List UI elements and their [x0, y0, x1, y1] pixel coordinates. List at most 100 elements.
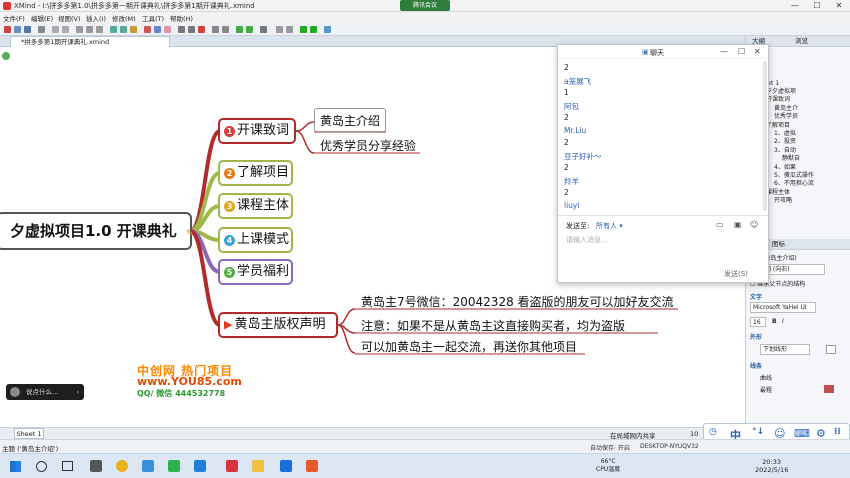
subtopic-share[interactable]: 优秀学员分享经验 [320, 137, 416, 154]
close-window-button[interactable]: ✕ [828, 0, 850, 12]
topic-label: 学员福利 [237, 264, 290, 279]
connector-sub-wechat [337, 308, 356, 326]
chat-sender: 阿包 [564, 101, 579, 111]
topic-label: 课程主体 [237, 198, 290, 213]
chat-close-button[interactable]: ✕ [754, 47, 761, 56]
topic-mode[interactable]: 4 上课模式 [218, 227, 293, 253]
shape-section-header[interactable]: 外形 [750, 332, 762, 341]
avatar-icon [10, 387, 20, 397]
temperature-value: 66°C [600, 458, 616, 465]
folder-taskbar-icon[interactable] [252, 460, 264, 472]
watermark-line2: www.YOU85.com [137, 375, 242, 388]
chat-message: 1 [564, 88, 569, 97]
search-icon[interactable] [36, 461, 47, 472]
topic-copyright[interactable]: ▶ 黄岛主版权声明 [218, 312, 338, 338]
italic-icon[interactable]: I [782, 318, 784, 325]
ime-logo-icon[interactable]: ◷ [709, 427, 717, 437]
ime-tools-icon[interactable]: ⁝⁝ [834, 427, 841, 437]
send-to-select[interactable]: 所有人 ▾ [596, 221, 623, 231]
chat-sender: Mr.Liu [564, 125, 587, 135]
connector-copyright [189, 229, 221, 327]
taskbar-app-icon[interactable] [194, 460, 206, 472]
flag-icon: ▶ [224, 318, 233, 331]
chat-icon: ▣ [642, 48, 649, 56]
chat-maximize-button[interactable]: ☐ [738, 47, 745, 56]
cpu-label: CPU温度 [596, 466, 621, 473]
connector-sub-intro [295, 121, 315, 132]
line-section-header[interactable]: 线条 [750, 361, 762, 370]
machine-name: DESKTOP-NYUQV32 [640, 443, 699, 450]
chevron-left-icon[interactable]: ‹ [76, 384, 79, 400]
chat-message: 2 [564, 113, 569, 122]
chat-message: 2 [564, 63, 569, 72]
send-button[interactable]: 发送(S) [724, 269, 748, 279]
central-topic[interactable]: 夕虚拟项目1.0 开课典礼 ✎ [0, 212, 194, 250]
subtopic-wechat[interactable]: 黄岛主7号微信：20042328 看盗版的朋友可以加好友交流 [361, 293, 674, 310]
chrome-icon[interactable] [116, 460, 128, 472]
chat-sender: a笼展飞 [564, 76, 592, 86]
windows-start-icon[interactable] [10, 461, 21, 472]
chat-title: 聊天 [650, 49, 664, 57]
text-section-header[interactable]: 文字 [750, 292, 762, 301]
zoom-value[interactable]: 10 [690, 430, 698, 438]
chat-minimize-button[interactable]: — [720, 47, 728, 56]
central-topic-label: 夕虚拟项目1.0 开课典礼 [10, 222, 177, 240]
fill-color-swatch[interactable] [826, 345, 836, 354]
taskbar-app-icon[interactable] [90, 460, 102, 472]
topic-label: 上课模式 [237, 232, 290, 247]
status-text: 主题 ('黄岛主介绍') [2, 445, 59, 453]
clock[interactable]: 20:33 2022/5/16 [755, 458, 788, 474]
priority-1-icon: 1 [224, 125, 235, 137]
folder-icon[interactable]: ▭ [716, 220, 724, 229]
chat-message: 2 [564, 188, 569, 197]
chat-sender: 豆子好补～ [564, 151, 602, 161]
minimize-button[interactable]: — [784, 0, 806, 12]
comment-input[interactable]: 说点什么... ‹ [6, 384, 84, 400]
connector-sub-share [295, 130, 315, 154]
subtopic-intro[interactable]: 黄岛主介绍 [320, 112, 380, 129]
ime-punctuation-toggle[interactable]: °↓ [752, 427, 764, 437]
line-type-select[interactable]: 曲线 [760, 373, 772, 382]
meeting-taskbar-icon[interactable] [280, 460, 292, 472]
screenshot-icon[interactable]: ▣ [734, 220, 742, 229]
chat-scrollbar[interactable] [763, 61, 767, 211]
chat-message: 2 [564, 163, 569, 172]
task-view-icon[interactable] [62, 461, 73, 471]
topic-course[interactable]: 3 课程主体 [218, 193, 293, 219]
line-color-swatch[interactable] [824, 385, 834, 393]
topic-welfare[interactable]: 5 学员福利 [218, 259, 293, 285]
chat-sender: 羚羊 [564, 176, 579, 186]
clock-time: 20:33 [762, 458, 782, 466]
xmind-taskbar-icon[interactable] [226, 460, 238, 472]
subtopic-notice[interactable]: 注意：如果不是从黄岛主这直接购买者，均为盗版 [361, 317, 625, 334]
tab-browse[interactable]: 浏览 [795, 37, 808, 45]
status-bar: 主题 ('黄岛主介绍') 自动保存: 开启 DESKTOP-NYUQV32 [0, 439, 850, 453]
taskbar-app-icon[interactable] [142, 460, 154, 472]
user-icon[interactable]: ☺ [750, 220, 758, 229]
taskbar-app-icon[interactable] [168, 460, 180, 472]
bold-icon[interactable]: B [772, 318, 777, 325]
chat-divider [558, 215, 768, 216]
autosave-status[interactable]: 自动保存: 开启 [590, 443, 630, 452]
watermark-line3: QQ/ 微信 444532778 [137, 389, 226, 398]
chat-window: ▣ 聊天 — ☐ ✕ 2 a笼展飞 1 阿包 2 Mr.Liu 2 豆子好补～ … [557, 44, 769, 283]
note-icon: ✎ [186, 229, 194, 239]
cpu-temperature: 66°C CPU温度 [596, 458, 620, 474]
sheet-tab[interactable]: Sheet 1 [14, 428, 44, 439]
subtopic-contact[interactable]: 可以加黄岛主一起交流，再送你其他项目 [361, 338, 577, 355]
line-width-select[interactable]: 最粗 [760, 385, 772, 394]
taskbar-app-icon[interactable] [306, 460, 318, 472]
chat-input[interactable]: 请输入消息... [566, 235, 608, 245]
clock-date: 2022/5/16 [755, 466, 789, 474]
topic-project[interactable]: 2 了解项目 [218, 160, 293, 186]
topic-label: 开课致词 [237, 123, 290, 138]
shape-select[interactable]: 下划线形 [760, 344, 810, 355]
priority-3-icon: 3 [224, 200, 235, 212]
topic-welcome[interactable]: 1 开课致词 [218, 118, 296, 144]
font-select[interactable]: Microsoft YaHei UI [750, 302, 816, 313]
chat-sender: liuyi [564, 200, 580, 210]
tab-icons[interactable]: 图标 [772, 240, 785, 248]
font-size-select[interactable]: 16 [750, 317, 766, 327]
maximize-button[interactable]: ☐ [806, 0, 828, 12]
topic-label: 了解项目 [237, 165, 290, 180]
